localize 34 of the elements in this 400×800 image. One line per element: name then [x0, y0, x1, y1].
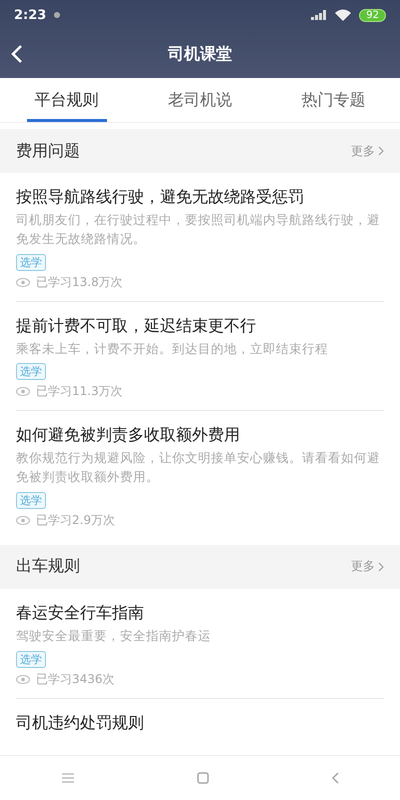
eye-icon — [16, 278, 30, 286]
battery-icon: 92 — [359, 8, 386, 22]
elective-tag: 选学 — [16, 492, 46, 509]
chevron-icon — [378, 562, 384, 572]
eye-icon — [16, 387, 30, 396]
elective-tag: 选学 — [16, 254, 46, 270]
article-summary: 驾驶安全最重要，安全指南护春运 — [16, 626, 212, 645]
view-count: 已学习11.3万次 — [36, 383, 123, 400]
tab[interactable]: 平台规则 — [26, 78, 107, 122]
tab[interactable]: 热门专题 — [293, 78, 374, 122]
view-count: 已学习2.9万次 — [36, 512, 116, 529]
article-summary: 司机朋友们，在行驶过程中，要按照司机端内导航路线行驶，避免发生无故绕路情况。 — [16, 211, 381, 248]
signal-icon — [311, 10, 328, 20]
article-title[interactable]: 司机违约处罚规则 — [16, 712, 384, 734]
view-count: 已学习3436次 — [36, 670, 115, 688]
notification-dot-icon — [54, 12, 60, 18]
tab[interactable]: 老司机说 — [160, 78, 240, 122]
article-title[interactable]: 春运安全行车指南 — [16, 602, 384, 624]
article-title[interactable]: 提前计费不可取，延迟结束更不行 — [16, 316, 384, 336]
section-title: 出车规则 — [16, 556, 80, 578]
article-title[interactable]: 按照导航路线行驶，避免无故绕路受惩罚 — [16, 187, 384, 208]
article-title[interactable]: 如何避免被判责多收取额外费用 — [16, 425, 384, 446]
article-summary: 教你规范行为规避风险，让你文明接单安心赚钱。请看看如何避免被判责收取额外费用。 — [16, 449, 381, 486]
section-title: 费用问题 — [16, 140, 80, 162]
wifi-icon — [335, 9, 352, 21]
page-title: 司机课堂 — [168, 44, 232, 64]
elective-tag: 选学 — [16, 363, 46, 380]
elective-tag: 选学 — [16, 650, 46, 668]
status-time: 2:23 — [14, 8, 46, 22]
eye-icon — [16, 516, 30, 525]
article-summary: 乘客未上车，计费不开始。到达目的地，立即结束行程 — [16, 340, 329, 358]
eye-icon — [16, 674, 30, 684]
chevron-icon — [378, 146, 384, 156]
view-count: 已学习13.8万次 — [36, 274, 123, 290]
